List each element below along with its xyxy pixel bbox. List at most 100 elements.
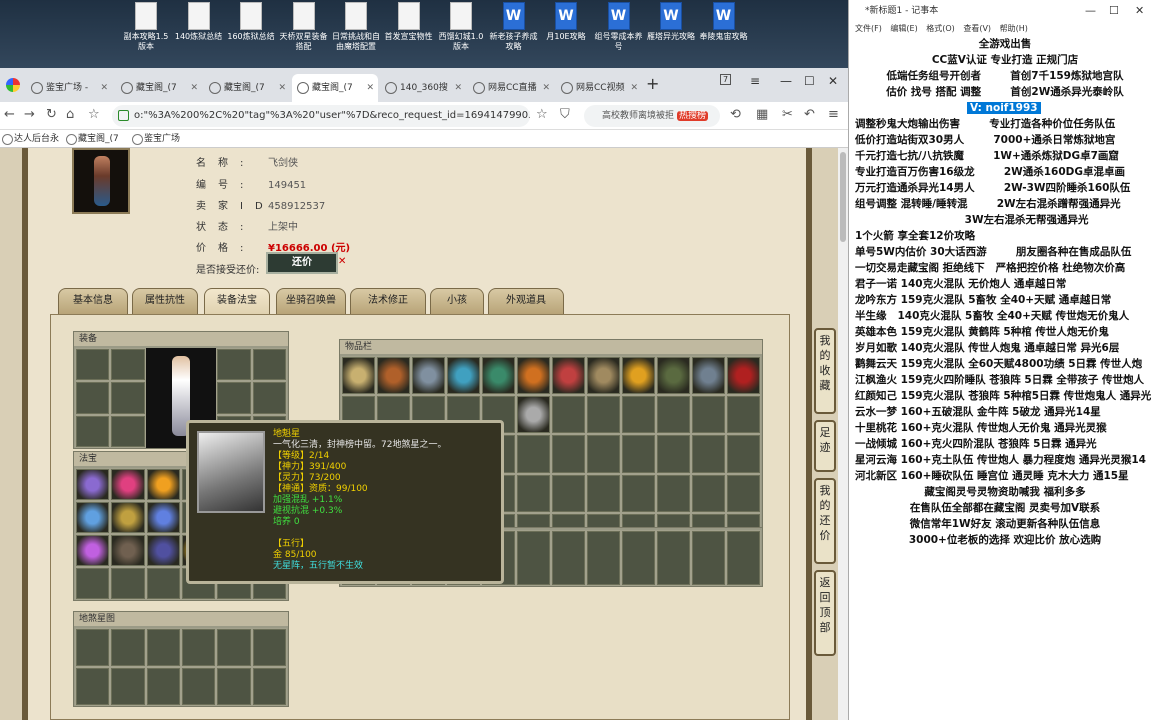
search-box[interactable]: 高校教师离境被拒 热搜榜 [584,105,720,127]
inventory-slot[interactable] [252,349,286,381]
inventory-slot[interactable] [146,668,180,705]
inventory-slot[interactable] [76,382,110,414]
inventory-slot[interactable] [76,568,110,599]
inventory-slot[interactable] [111,568,145,599]
inventory-slot[interactable] [587,531,620,585]
reload-icon[interactable]: ↻ [46,107,57,122]
desktop-file-icon[interactable]: 日常挑战和自由魔塔配置 [330,2,382,52]
desktop-file-icon[interactable]: 首发宣宝物性 [383,2,435,42]
game-tab[interactable]: 外观道具 [488,288,564,314]
counter-offer-button[interactable]: 还价 [266,252,338,274]
bookmark-star-icon[interactable]: ☆ [88,107,100,122]
inventory-item-icon[interactable] [482,357,515,395]
inventory-slot[interactable] [622,474,655,512]
close-button[interactable]: ✕ [828,74,838,88]
game-tab[interactable]: 坐骑召唤兽 [276,288,346,314]
undo-icon[interactable]: ↶ [804,107,815,122]
inventory-slot[interactable] [622,531,655,585]
shield-icon[interactable]: ⛉ [560,107,570,122]
inventory-slot[interactable] [587,435,620,473]
inventory-slot[interactable] [252,629,286,666]
inventory-slot[interactable] [517,474,550,512]
inventory-slot[interactable] [76,415,110,447]
bookmark-item[interactable]: 藏宝阁_(7 [66,130,119,148]
tab-close-icon[interactable]: ✕ [190,74,198,102]
footprint-button[interactable]: 足迹 [814,420,836,472]
browser-tab[interactable]: 网易CC直播 ✕ [468,74,554,102]
bookmark-item[interactable]: 达人后台永 [2,130,59,148]
menu-file[interactable]: 文件(F) [855,24,882,33]
forward-icon[interactable]: → [24,107,35,122]
inventory-item-icon[interactable] [552,357,585,395]
browser-tab[interactable]: 网易CC视频 ✕ [556,74,642,102]
inventory-item-icon[interactable] [657,357,690,395]
inventory-slot[interactable] [146,629,180,666]
tab-close-icon[interactable]: ✕ [100,74,108,102]
inventory-slot[interactable] [217,349,251,381]
browser-logo-icon[interactable] [6,78,20,92]
inventory-slot[interactable] [217,629,251,666]
inventory-slot[interactable] [76,349,110,381]
treasure-item-icon[interactable] [76,469,110,500]
inventory-slot[interactable] [76,629,110,666]
inventory-item-icon[interactable] [377,357,410,395]
inventory-item-icon[interactable] [587,357,620,395]
tab-close-icon[interactable]: ✕ [630,74,638,102]
notepad-text-area[interactable]: 全游戏出售 CC蓝V认证 专业打造 正规门店 低端任务组号开创者 首创7千159炼狱… [849,36,1162,720]
back-icon[interactable]: ← [4,107,15,122]
inventory-slot[interactable] [111,415,145,447]
inventory-slot[interactable] [657,474,690,512]
inventory-slot[interactable] [692,435,725,473]
counter-close-icon[interactable]: ✕ [338,256,346,267]
back-to-top-button[interactable]: 返回顶部 [814,570,836,656]
grid-icon[interactable]: ▦ [756,107,768,122]
inventory-slot[interactable] [692,474,725,512]
inventory-slot[interactable] [111,629,145,666]
inventory-slot[interactable] [111,349,145,381]
desktop-file-icon[interactable]: W 组号零成本养号 [593,2,645,52]
inventory-slot[interactable] [692,396,725,434]
inventory-slot[interactable] [622,435,655,473]
inventory-item-icon[interactable] [342,357,375,395]
inventory-slot[interactable] [552,435,585,473]
browser-tab[interactable]: 藏宝阁_(7 ✕ [292,74,378,102]
inventory-slot[interactable] [552,531,585,585]
inventory-slot[interactable] [217,668,251,705]
settings-icon[interactable]: ≡ [828,107,839,122]
menu-format[interactable]: 格式(O) [926,24,955,33]
new-tab-button[interactable]: + [646,74,659,93]
extension-icon[interactable]: ⟲ [730,107,741,122]
address-bar[interactable]: o:"%3A%200%2C%20"tag"%3A%20"user"%7D&rec… [112,105,530,127]
inventory-item-icon[interactable] [622,357,655,395]
home-icon[interactable]: ⌂ [66,107,74,122]
inventory-slot[interactable] [146,568,180,599]
game-tab[interactable]: 装备法宝 [204,288,270,314]
inventory-slot[interactable] [111,382,145,414]
inventory-slot[interactable] [252,382,286,414]
page-scrollbar[interactable] [838,148,848,720]
star-icon[interactable]: ☆ [536,107,548,122]
inventory-item-icon[interactable] [412,357,445,395]
desktop-file-icon[interactable]: 天桥双星装备搭配 [278,2,330,52]
inventory-slot[interactable] [727,435,760,473]
tab-close-icon[interactable]: ✕ [454,74,462,102]
inventory-slot[interactable] [587,396,620,434]
my-offers-button[interactable]: 我的还价 [814,478,836,564]
menu-edit[interactable]: 编辑(E) [890,24,917,33]
game-tab[interactable]: 小孩 [430,288,484,314]
notepad-maximize[interactable]: ☐ [1109,0,1119,22]
desktop-file-icon[interactable]: W 雁塔异光攻略 [645,2,697,42]
inventory-slot[interactable] [181,668,216,705]
treasure-item-icon[interactable] [146,502,180,533]
my-favorites-button[interactable]: 我的收藏 [814,328,836,414]
inventory-item-icon[interactable] [517,396,550,434]
inventory-slot[interactable] [252,668,286,705]
treasure-item-icon[interactable] [146,469,180,500]
game-tab[interactable]: 法术修正 [350,288,426,314]
inventory-slot[interactable] [692,531,725,585]
inventory-item-icon[interactable] [517,357,550,395]
desktop-file-icon[interactable]: 160炼狱总结 [225,2,277,42]
inventory-slot[interactable] [727,531,760,585]
inventory-slot[interactable] [217,382,251,414]
inventory-slot[interactable] [657,396,690,434]
